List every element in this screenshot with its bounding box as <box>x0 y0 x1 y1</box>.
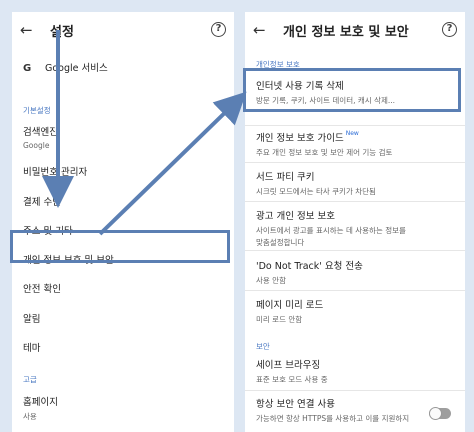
annotation-arrows <box>42 30 247 236</box>
arrow-to-clear-data <box>98 91 247 236</box>
